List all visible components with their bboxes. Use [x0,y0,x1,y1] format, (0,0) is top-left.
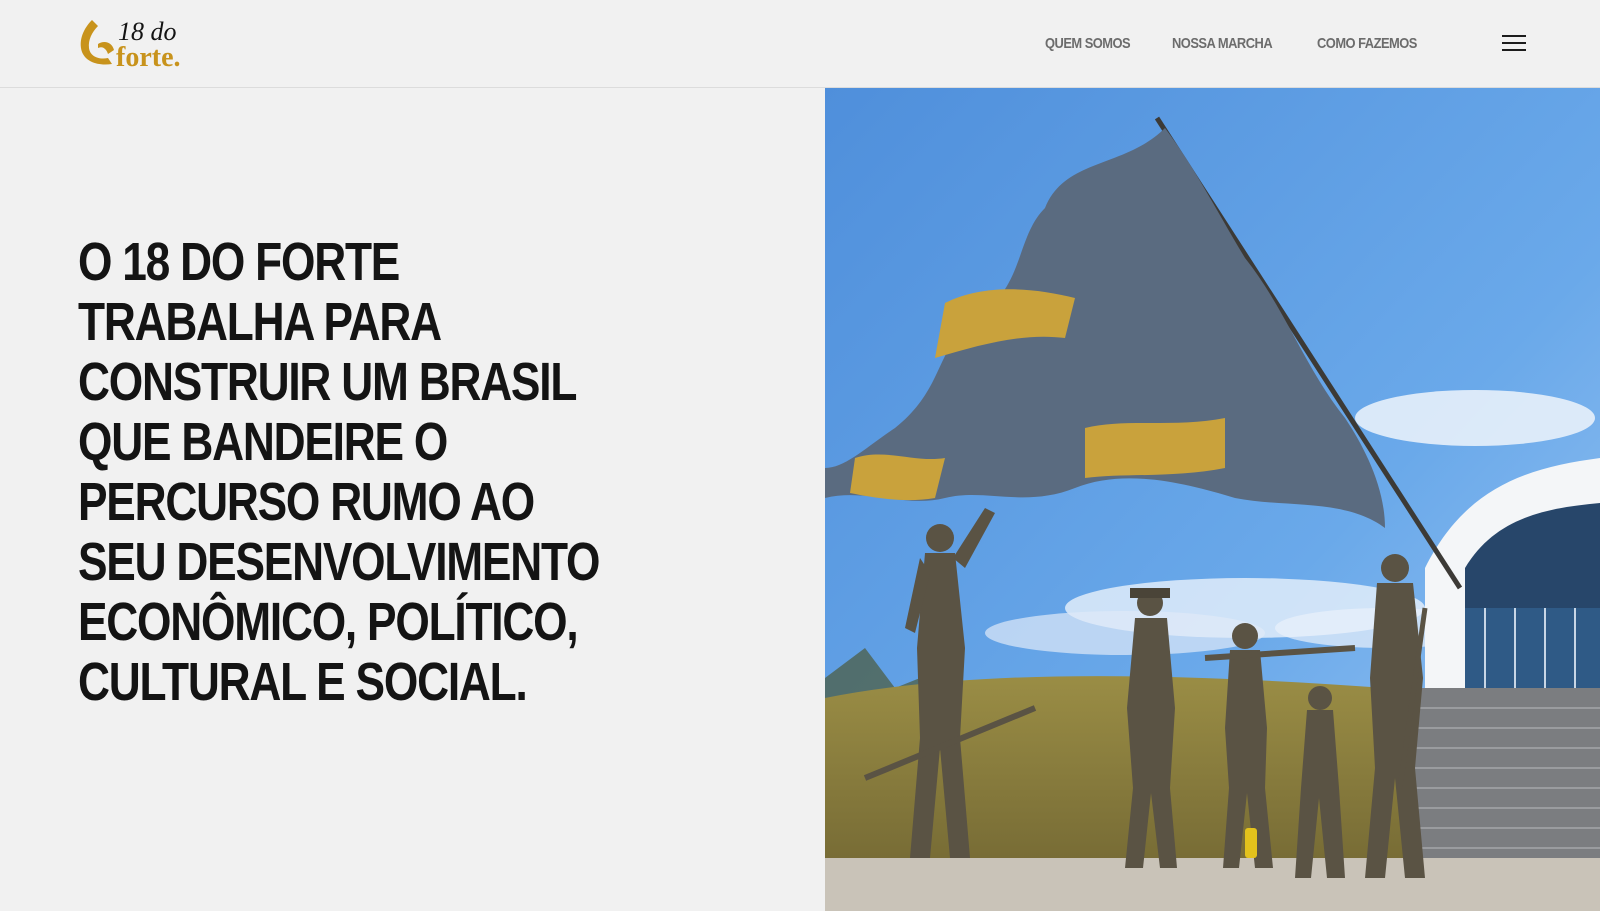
hero-title-line: TRABALHA PARA [78,292,442,352]
hero-title-line: CONSTRUIR UM BRASIL [78,352,577,412]
statues-with-flag-photo [825,88,1600,911]
hero-title-line: O 18 DO FORTE [78,232,400,292]
nav-link-quem-somos[interactable]: QUEM SOMOS [1045,35,1131,52]
hamburger-icon[interactable] [1502,33,1526,53]
hero-photo [825,88,1600,911]
nav-link-como-fazemos[interactable]: COMO FAZEMOS [1317,35,1417,52]
hero-title-line: PERCURSO RUMO AO [78,472,535,532]
svg-text:forte.: forte. [116,42,181,70]
main-nav: QUEM SOMOS NOSSA MARCHA COMO FAZEMOS [1045,32,1433,54]
logo[interactable]: 18 do forte. [78,14,194,70]
nav-link-nossa-marcha[interactable]: NOSSA MARCHA [1172,35,1273,52]
page: 18 do forte. QUEM SOMOS NOSSA MARCHA COM… [0,0,1600,911]
hero-title-line: ECONÔMICO, POLÍTICO, [78,592,579,652]
hero-title: O 18 DO FORTE TRABALHA PARA CONSTRUIR UM… [78,232,778,712]
logo-mark-icon: 18 do forte. [80,17,181,70]
hero-title-line: QUE BANDEIRE O [78,412,448,472]
site-header: 18 do forte. QUEM SOMOS NOSSA MARCHA COM… [0,0,1600,88]
hero-title-line: CULTURAL E SOCIAL. [78,652,528,712]
hero-title-line: SEU DESENVOLVIMENTO [78,532,600,592]
